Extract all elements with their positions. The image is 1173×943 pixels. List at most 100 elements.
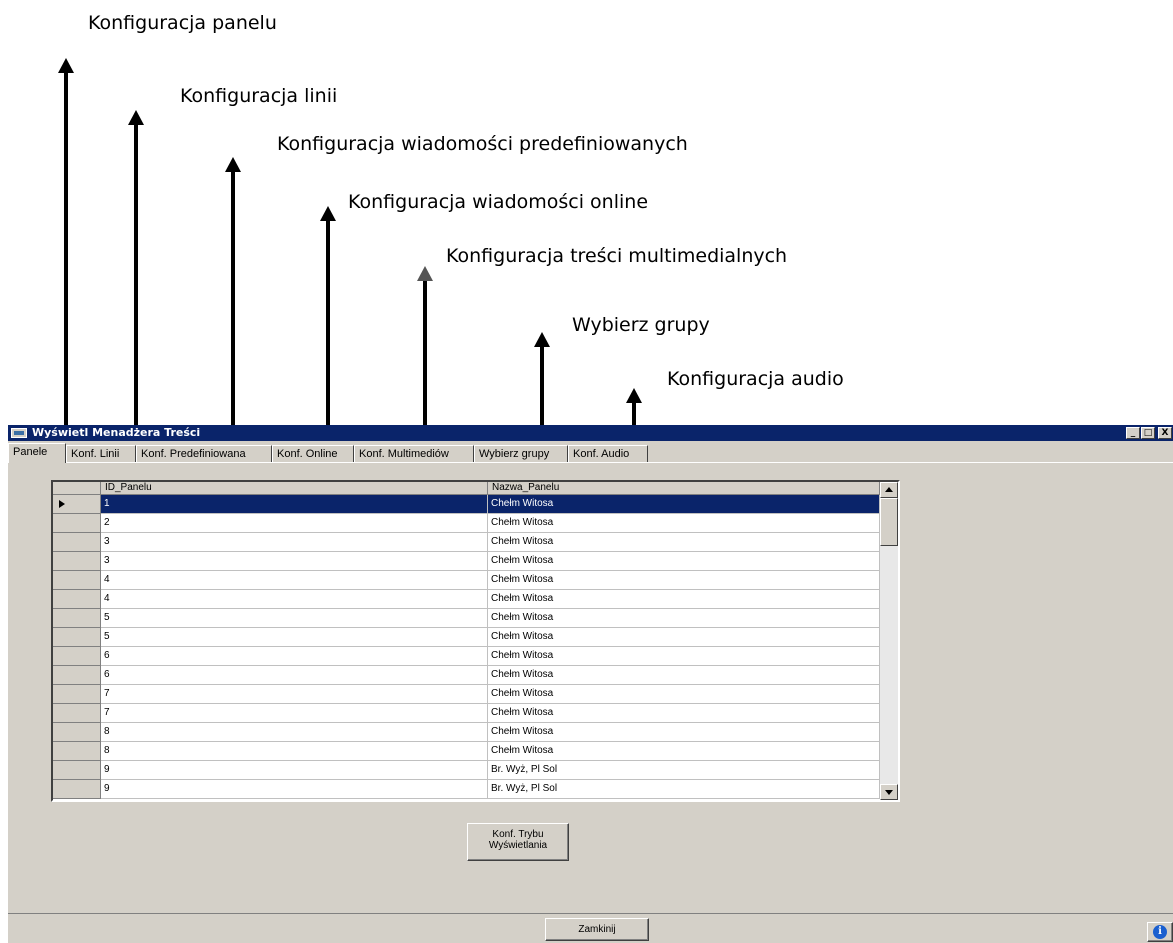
row-selector[interactable] (53, 723, 101, 742)
row-selector[interactable] (53, 533, 101, 552)
cell-nazwa-panelu[interactable]: Chełm Witosa (488, 704, 880, 723)
cell-nazwa-panelu[interactable]: Chełm Witosa (488, 514, 880, 533)
cell-nazwa-panelu[interactable]: Chełm Witosa (488, 533, 880, 552)
cell-nazwa-panelu[interactable]: Chełm Witosa (488, 685, 880, 704)
tab-wybierz-grupy[interactable]: Wybierz grupy (474, 445, 568, 462)
app-icon (11, 428, 27, 438)
cell-id-panelu[interactable]: 7 (101, 685, 488, 704)
cell-nazwa-panelu[interactable]: Br. Wyż, Pl Sol (488, 780, 880, 799)
cell-nazwa-panelu[interactable]: Chełm Witosa (488, 495, 880, 514)
cell-id-panelu[interactable]: 9 (101, 761, 488, 780)
current-row-pointer-icon (59, 500, 65, 508)
annotation-panel-config: Konfiguracja panelu (88, 12, 277, 34)
row-selector[interactable] (53, 552, 101, 571)
cell-id-panelu[interactable]: 3 (101, 533, 488, 552)
cell-id-panelu[interactable]: 4 (101, 590, 488, 609)
table-row[interactable]: 4 Chełm Witosa (53, 590, 880, 609)
tab-konf-audio[interactable]: Konf. Audio (568, 445, 648, 462)
cell-nazwa-panelu[interactable]: Chełm Witosa (488, 742, 880, 761)
cell-nazwa-panelu[interactable]: Chełm Witosa (488, 647, 880, 666)
cell-nazwa-panelu[interactable]: Chełm Witosa (488, 552, 880, 571)
row-selector[interactable] (53, 685, 101, 704)
row-selector[interactable] (53, 609, 101, 628)
cell-id-panelu[interactable]: 4 (101, 571, 488, 590)
row-selector[interactable] (53, 590, 101, 609)
table-row[interactable]: 2 Chełm Witosa (53, 514, 880, 533)
row-selector[interactable] (53, 666, 101, 685)
grid-vertical-scrollbar[interactable] (880, 482, 898, 800)
table-row[interactable]: 4 Chełm Witosa (53, 571, 880, 590)
row-selector[interactable] (53, 742, 101, 761)
row-selector[interactable] (53, 514, 101, 533)
bottom-bar: Zamkinij i (8, 915, 1173, 943)
scroll-down-button[interactable] (880, 784, 898, 800)
row-selector[interactable] (53, 647, 101, 666)
display-mode-config-button[interactable]: Konf. Trybu Wyświetlania (467, 823, 569, 861)
table-row[interactable]: 9 Br. Wyż, Pl Sol (53, 780, 880, 799)
cell-id-panelu[interactable]: 8 (101, 723, 488, 742)
column-header-id-panelu[interactable]: ID_Panelu (101, 482, 488, 495)
table-row[interactable]: 8 Chełm Witosa (53, 723, 880, 742)
cell-nazwa-panelu[interactable]: Chełm Witosa (488, 571, 880, 590)
window-title: Wyświetl Menadżera Treści (32, 426, 201, 439)
cell-id-panelu[interactable]: 2 (101, 514, 488, 533)
cell-nazwa-panelu[interactable]: Br. Wyż, Pl Sol (488, 761, 880, 780)
tab-konf-predefiniowana[interactable]: Konf. Predefiniowana (136, 445, 272, 462)
arrow-line (128, 110, 144, 442)
cell-id-panelu[interactable]: 7 (101, 704, 488, 723)
cell-nazwa-panelu[interactable]: Chełm Witosa (488, 666, 880, 685)
scroll-up-arrow-icon (885, 487, 893, 492)
cell-id-panelu[interactable]: 5 (101, 628, 488, 647)
cell-id-panelu[interactable]: 3 (101, 552, 488, 571)
table-row[interactable]: 3 Chełm Witosa (53, 533, 880, 552)
tab-konf-online[interactable]: Konf. Online (272, 445, 354, 462)
minimize-button[interactable]: _ (1126, 427, 1140, 439)
close-button[interactable]: Zamkinij (545, 918, 649, 941)
tab-konf-multimediow[interactable]: Konf. Multimediów (354, 445, 474, 462)
cell-nazwa-panelu[interactable]: Chełm Witosa (488, 609, 880, 628)
cell-nazwa-panelu[interactable]: Chełm Witosa (488, 590, 880, 609)
annotation-predefined-config: Konfiguracja wiadomości predefiniowanych (277, 133, 688, 155)
arrow-online (320, 206, 336, 442)
display-mode-label-line2: Wyświetlania (488, 840, 548, 851)
table-row[interactable]: 3 Chełm Witosa (53, 552, 880, 571)
title-bar: Wyświetl Menadżera Treści _ □ X (8, 425, 1173, 441)
row-selector[interactable] (53, 571, 101, 590)
cell-id-panelu[interactable]: 9 (101, 780, 488, 799)
cell-id-panelu[interactable]: 8 (101, 742, 488, 761)
row-selector-header (53, 482, 101, 495)
cell-id-panelu[interactable]: 1 (101, 495, 488, 514)
close-window-button[interactable]: X (1158, 427, 1172, 439)
table-row[interactable]: 7 Chełm Witosa (53, 704, 880, 723)
table-row[interactable]: 7 Chełm Witosa (53, 685, 880, 704)
arrow-predefined (225, 157, 241, 442)
maximize-button[interactable]: □ (1141, 427, 1155, 439)
row-selector[interactable] (53, 761, 101, 780)
row-selector[interactable] (53, 704, 101, 723)
cell-id-panelu[interactable]: 5 (101, 609, 488, 628)
scroll-thumb[interactable] (880, 498, 898, 546)
table-row[interactable]: 8 Chełm Witosa (53, 742, 880, 761)
table-row[interactable]: 5 Chełm Witosa (53, 628, 880, 647)
column-header-nazwa-panelu[interactable]: Nazwa_Panelu (488, 482, 880, 495)
row-selector[interactable] (53, 628, 101, 647)
info-button[interactable]: i (1147, 922, 1173, 942)
cell-nazwa-panelu[interactable]: Chełm Witosa (488, 628, 880, 647)
scroll-up-button[interactable] (880, 482, 898, 498)
row-selector[interactable] (53, 495, 101, 514)
table-row[interactable]: 6 Chełm Witosa (53, 647, 880, 666)
cell-id-panelu[interactable]: 6 (101, 647, 488, 666)
annotation-line-config: Konfiguracja linii (180, 85, 338, 107)
annotation-online-config: Konfiguracja wiadomości online (348, 191, 649, 213)
row-selector[interactable] (53, 780, 101, 799)
table-row[interactable]: 6 Chełm Witosa (53, 666, 880, 685)
tab-konf-linii[interactable]: Konf. Linii (66, 445, 136, 462)
content-manager-window: Wyświetl Menadżera Treści _ □ X Panele K… (8, 425, 1173, 943)
cell-nazwa-panelu[interactable]: Chełm Witosa (488, 723, 880, 742)
cell-id-panelu[interactable]: 6 (101, 666, 488, 685)
panels-grid[interactable]: ID_Panelu Nazwa_Panelu 1 Chełm Witosa 2 … (51, 480, 900, 802)
tab-panele[interactable]: Panele (8, 443, 66, 463)
table-row[interactable]: 9 Br. Wyż, Pl Sol (53, 761, 880, 780)
table-row[interactable]: 5 Chełm Witosa (53, 609, 880, 628)
table-row[interactable]: 1 Chełm Witosa (53, 495, 880, 514)
